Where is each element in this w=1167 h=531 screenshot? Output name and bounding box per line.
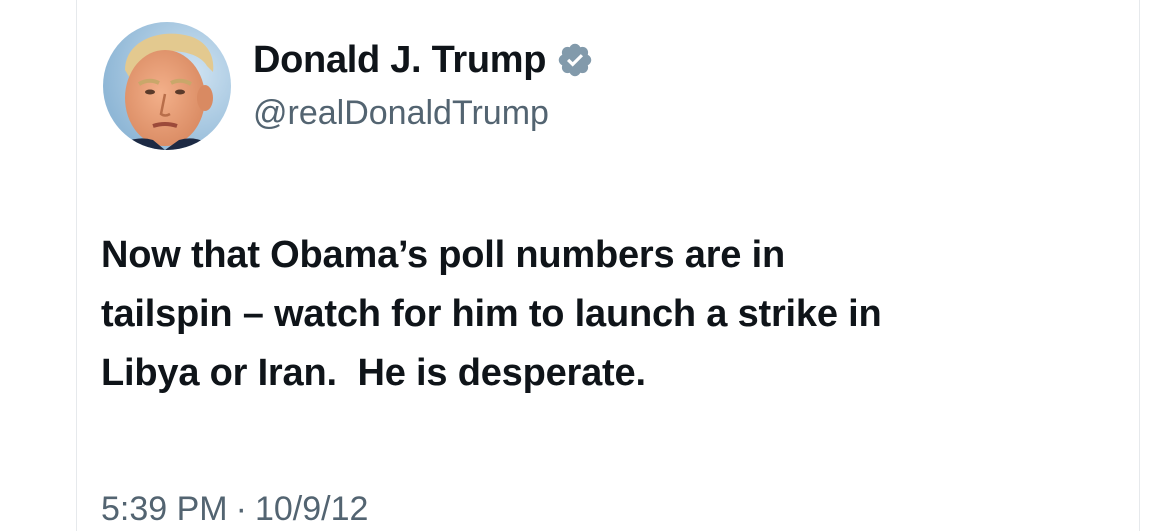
tweet-date[interactable]: 10/9/12 [255,490,368,529]
metadata-separator: · [235,490,247,528]
tweet-card[interactable]: Donald J. Trump @realDonaldTrump Now tha… [76,0,1140,531]
screenshot-frame: Donald J. Trump @realDonaldTrump Now tha… [0,0,1167,531]
tweet-text: Now that Obama’s poll numbers are in tai… [101,226,1131,403]
avatar-image [103,22,231,150]
author-display-name[interactable]: Donald J. Trump [253,39,547,82]
verified-badge-icon[interactable] [556,41,594,79]
tweet-text-line: tailspin – watch for him to launch a str… [101,293,882,335]
author-name-row: Donald J. Trump [253,38,594,82]
tweet-text-line: Libya or Iran. He is desperate. [101,352,646,394]
avatar[interactable] [103,22,231,150]
tweet-metadata: 5:39 PM · 10/9/12 [101,490,368,529]
tweet-time[interactable]: 5:39 PM [101,490,228,529]
author-handle[interactable]: @realDonaldTrump [253,94,549,133]
tweet-text-line: Now that Obama’s poll numbers are in [101,234,785,276]
